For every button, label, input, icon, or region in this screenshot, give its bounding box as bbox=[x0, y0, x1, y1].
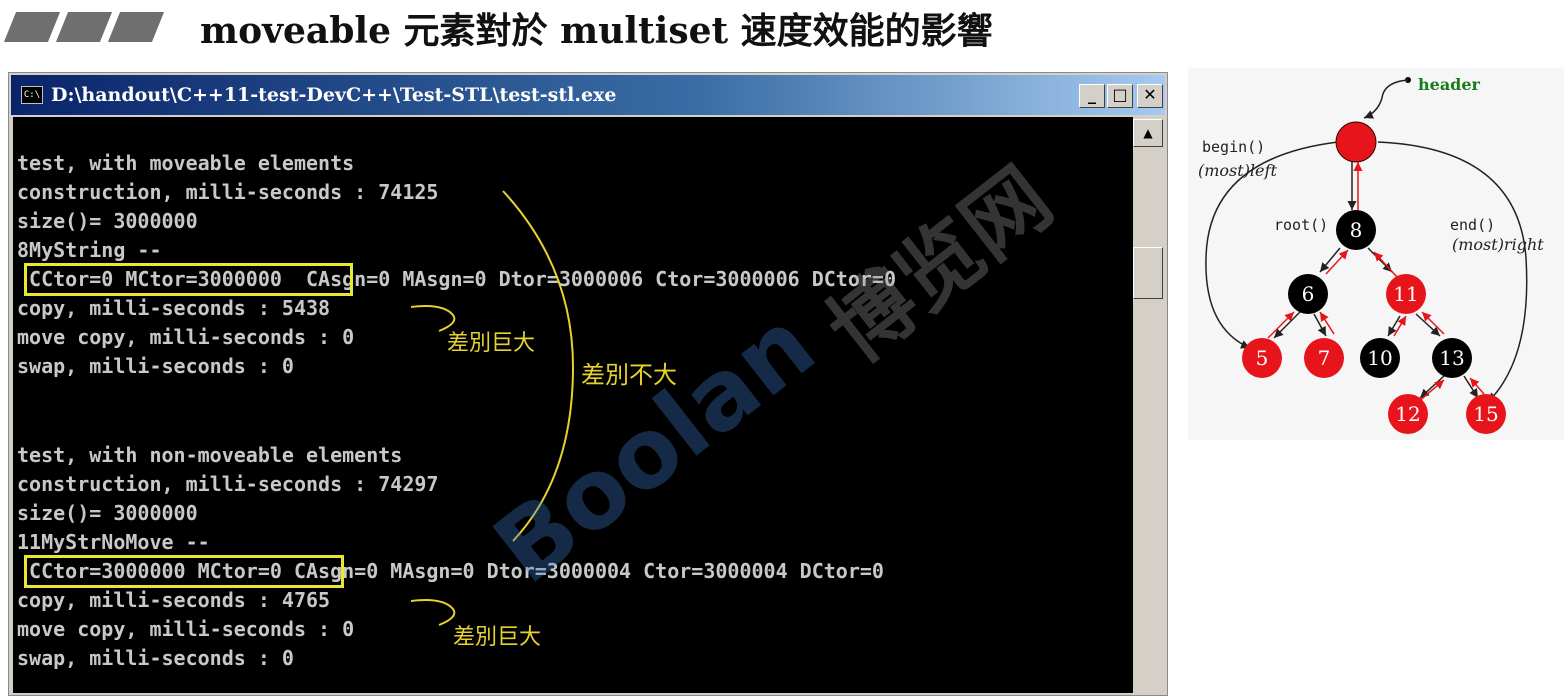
tree-node-5-label: 5 bbox=[1256, 346, 1269, 370]
tree-node-7-label: 7 bbox=[1318, 346, 1331, 370]
title-decoration bbox=[3, 12, 166, 44]
header-label: header bbox=[1418, 75, 1481, 94]
tree-node-6-label: 6 bbox=[1302, 282, 1315, 306]
window-titlebar[interactable]: C:\ D:\handout\C++11-test-DevC++\Test-ST… bbox=[11, 75, 1165, 115]
annotation-small-difference: 差別不大 bbox=[581, 361, 677, 389]
scroll-up-button[interactable]: ▲ bbox=[1133, 119, 1163, 147]
root-label: root() bbox=[1274, 216, 1328, 234]
begin-label: begin() bbox=[1202, 138, 1265, 156]
console-window[interactable]: C:\ D:\handout\C++11-test-DevC++\Test-ST… bbox=[8, 72, 1168, 696]
annotation-braces bbox=[410, 190, 575, 626]
console-app-icon[interactable]: C:\ bbox=[21, 86, 43, 104]
close-button[interactable]: ✕ bbox=[1137, 84, 1163, 108]
tree-node-15-label: 15 bbox=[1473, 402, 1498, 426]
slide-title: moveable 元素對於 multiset 速度效能的影響 bbox=[200, 10, 993, 52]
tree-node-10-label: 10 bbox=[1367, 346, 1392, 370]
header-node bbox=[1335, 121, 1377, 163]
console-output[interactable]: test, with moveable elements constructio… bbox=[13, 117, 1133, 693]
tree-node-13-label: 13 bbox=[1439, 346, 1464, 370]
tree-node-12-label: 12 bbox=[1395, 402, 1420, 426]
tree-node-8-label: 8 bbox=[1350, 218, 1363, 242]
begin-sublabel: (most)left bbox=[1198, 161, 1277, 180]
annotation-big-difference-2: 差別巨大 bbox=[453, 625, 542, 650]
maximize-button[interactable]: □ bbox=[1107, 84, 1133, 108]
minimize-button[interactable]: _ bbox=[1079, 84, 1105, 108]
end-sublabel: (most)right bbox=[1452, 235, 1544, 254]
window-title: D:\handout\C++11-test-DevC++\Test-STL\te… bbox=[51, 84, 617, 106]
scrollbar-thumb[interactable] bbox=[1133, 247, 1163, 299]
end-label: end() bbox=[1450, 216, 1495, 234]
rb-tree-diagram: header begin() (most)left end() (most)ri… bbox=[1188, 68, 1564, 440]
tree-node-11-label: 11 bbox=[1393, 282, 1418, 306]
annotation-big-difference-1: 差別巨大 bbox=[447, 331, 536, 356]
vertical-scrollbar[interactable]: ▲ bbox=[1133, 117, 1163, 693]
